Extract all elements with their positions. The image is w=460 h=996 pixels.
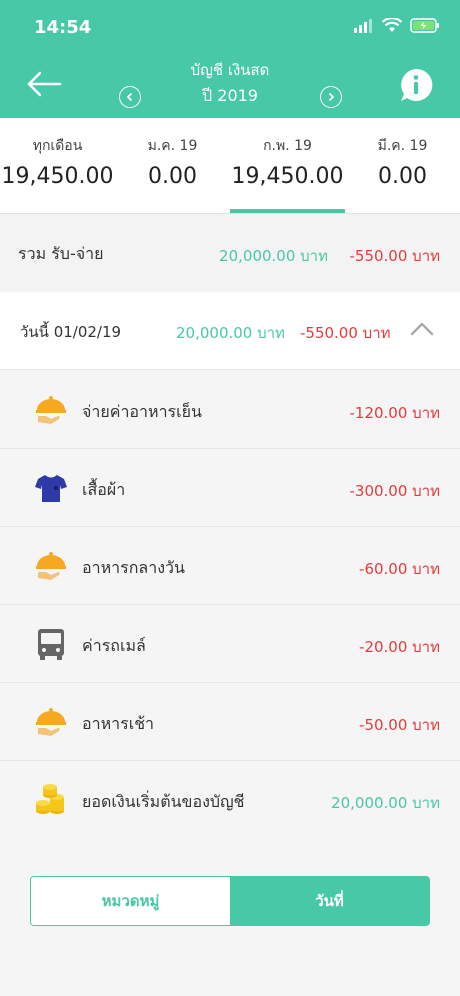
transaction-name: ค่ารถเมล์ [82,636,146,655]
transaction-name: เสื้อผ้า [82,480,126,499]
transaction-name: จ่ายค่าอาหารเย็น [82,402,202,421]
transaction-amount: 20,000.00 บาท [331,794,440,812]
transaction-row[interactable]: ยอดเงินเริ่มต้นของบัญชี 20,000.00 บาท [0,761,460,839]
view-toggle: หมวดหมู่ วันที่ [30,876,430,926]
transaction-amount: -60.00 บาท [359,560,440,578]
status-time: 14:54 [34,17,92,38]
month-label: ม.ค. 19 [147,138,198,154]
coins-icon [36,784,64,814]
transaction-list: จ่ายค่าอาหารเย็น -120.00 บาท เสื้อผ้า -3… [0,371,460,839]
food-tray-icon [36,708,66,736]
transaction-row[interactable]: เสื้อผ้า -300.00 บาท [0,449,460,527]
next-year-button[interactable] [320,86,342,108]
day-income: 20,000.00 บาท [176,324,285,342]
info-icon[interactable] [398,67,434,103]
next-icon [328,92,335,102]
food-tray-icon [36,552,66,580]
transaction-amount: -300.00 บาท [349,482,441,500]
month-label: มี.ค. 19 [377,138,428,154]
transaction-name: อาหารกลางวัน [82,558,185,577]
transaction-name: ยอดเงินเริ่มต้นของบัญชี [82,792,245,811]
signal-icon [354,18,372,33]
account-title: บัญชี เงินสด [190,61,270,79]
month-tab-all[interactable]: ทุกเดือน 19,450.00 [0,118,115,214]
battery-icon [410,18,439,33]
month-selector: ทุกเดือน 19,450.00 ม.ค. 19 0.00 ก.พ. 19 … [0,118,460,214]
month-tab-mar[interactable]: มี.ค. 19 0.00 [345,118,460,214]
wifi-icon [382,18,402,32]
year-label: ปี 2019 [202,86,258,105]
prev-icon [126,92,133,102]
chevron-up-icon[interactable] [410,320,434,336]
transaction-row[interactable]: อาหารกลางวัน -60.00 บาท [0,527,460,605]
food-tray-icon [36,396,66,424]
month-label: ก.พ. 19 [263,138,312,154]
bus-icon [38,629,64,660]
day-group-header[interactable]: วันนี้ 01/02/19 20,000.00 บาท -550.00 บา… [0,292,460,370]
date-toggle-button[interactable]: วันที่ [230,877,429,925]
category-toggle-button[interactable]: หมวดหมู่ [31,877,230,925]
summary-expense: -550.00 บาท [349,247,441,265]
month-value: 0.00 [148,164,197,189]
transaction-amount: -50.00 บาท [359,716,440,734]
prev-year-button[interactable] [119,86,141,108]
summary-label: รวม รับ-จ่าย [18,244,104,263]
transaction-amount: -20.00 บาท [359,638,440,656]
month-tab-feb[interactable]: ก.พ. 19 19,450.00 [230,118,345,214]
shirt-icon [35,475,67,502]
transaction-name: อาหารเช้า [82,714,155,733]
transaction-row[interactable]: อาหารเช้า -50.00 บาท [0,683,460,761]
summary-row: รวม รับ-จ่าย 20,000.00 บาท -550.00 บาท [0,214,460,290]
month-value: 19,450.00 [231,164,344,189]
app-header: 14:54 บัญชี เงินสด ปี 2019 [0,0,460,118]
month-value: 0.00 [378,164,427,189]
transaction-amount: -120.00 บาท [349,404,441,422]
day-expense: -550.00 บาท [300,324,391,342]
month-label: ทุกเดือน [32,138,83,154]
transaction-row[interactable]: ค่ารถเมล์ -20.00 บาท [0,605,460,683]
day-label: วันนี้ 01/02/19 [20,323,122,341]
selected-month-indicator [230,209,345,213]
month-value: 19,450.00 [1,164,114,189]
status-icons [354,18,440,33]
summary-income: 20,000.00 บาท [219,247,328,265]
transaction-row[interactable]: จ่ายค่าอาหารเย็น -120.00 บาท [0,371,460,449]
month-tab-jan[interactable]: ม.ค. 19 0.00 [115,118,230,214]
